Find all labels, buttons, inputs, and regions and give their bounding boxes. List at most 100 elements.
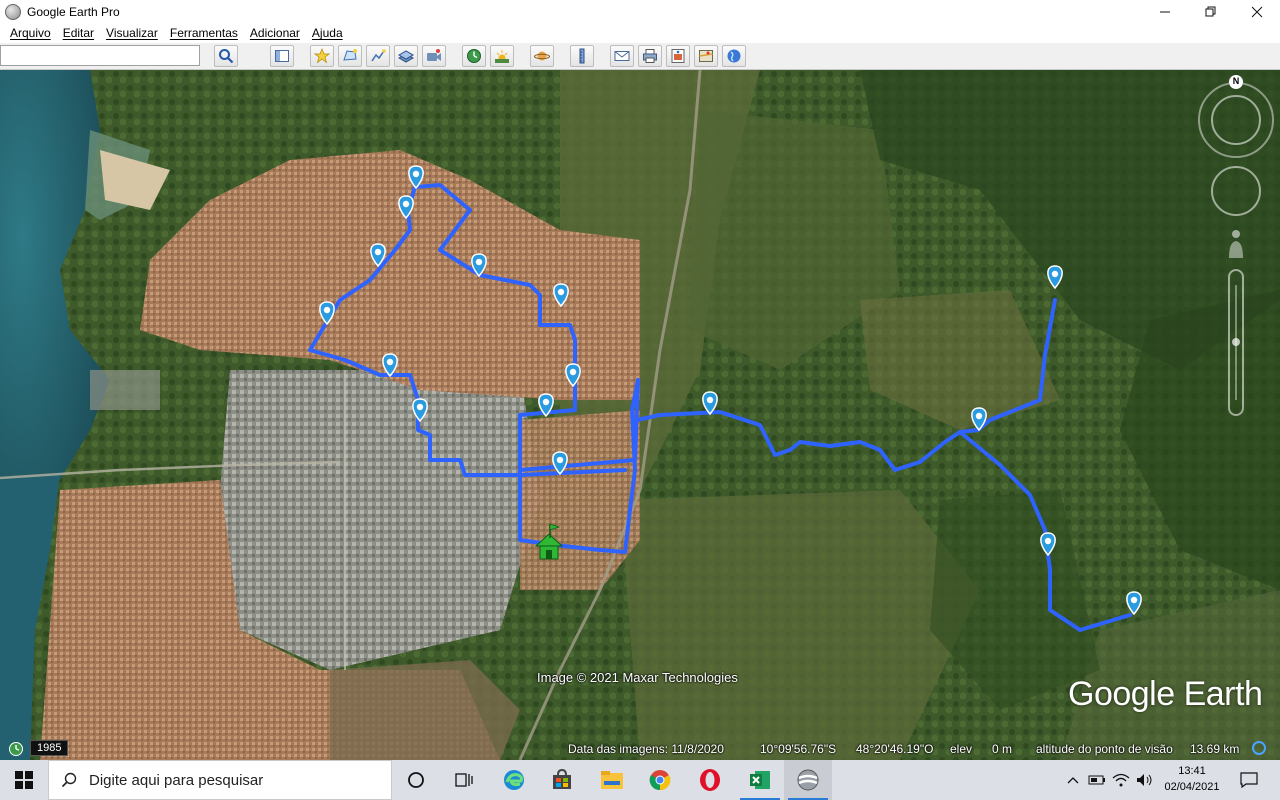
- store-icon: [553, 768, 571, 789]
- eye-altitude-value: 13.69 km: [1190, 742, 1240, 756]
- planets-button[interactable]: [530, 45, 554, 67]
- search-button[interactable]: [214, 45, 238, 67]
- add-path-button[interactable]: [366, 45, 390, 67]
- menu-adicionar[interactable]: Adicionar: [244, 26, 306, 40]
- latitude-readout: 10°09'56.76"S: [760, 742, 837, 756]
- planets-icon: [534, 51, 550, 61]
- ruler-button[interactable]: [570, 45, 594, 67]
- add-image-overlay-button[interactable]: [394, 45, 418, 67]
- menu-editar[interactable]: Editar: [57, 26, 100, 40]
- show-hidden-icons-button[interactable]: [1064, 760, 1082, 800]
- save-image-icon: [671, 49, 685, 63]
- volume-icon: [1137, 774, 1152, 786]
- close-button[interactable]: [1234, 0, 1280, 23]
- notification-icon: [1240, 772, 1258, 788]
- close-icon: [1251, 6, 1263, 17]
- historical-imagery-icon: [467, 49, 481, 63]
- elevation-value: 0 m: [992, 742, 1013, 756]
- minimize-icon: [1160, 11, 1170, 12]
- file-explorer-button[interactable]: [588, 760, 636, 800]
- cortana-button[interactable]: [392, 760, 440, 800]
- imagery-date: Data das imagens: 11/8/2020: [568, 742, 724, 756]
- file-explorer-icon: [601, 771, 623, 789]
- historical-imagery-clock-icon[interactable]: [8, 741, 24, 757]
- view-in-maps-icon: [699, 50, 713, 62]
- view-in-maps-button[interactable]: [694, 45, 718, 67]
- volume-button[interactable]: [1134, 760, 1156, 800]
- search-icon: [61, 772, 77, 788]
- add-polygon-button[interactable]: [338, 45, 362, 67]
- menu-ferramentas[interactable]: Ferramentas: [164, 26, 244, 40]
- sidebar-toggle-button[interactable]: [270, 45, 294, 67]
- elevation-label: elev: [950, 742, 973, 756]
- toolbar: [0, 43, 1280, 70]
- google-earth-app-icon: [5, 3, 21, 20]
- taskbar-clock[interactable]: 13:41 02/04/2021: [1156, 763, 1228, 795]
- taskbar-search-box[interactable]: Digite aqui para pesquisar: [48, 760, 392, 800]
- email-icon: [614, 51, 630, 61]
- add-image-overlay-icon: [398, 50, 414, 63]
- windows-taskbar: Digite aqui para pesquisar 13:41 02/04/2…: [0, 760, 1280, 800]
- google-earth-icon: [797, 769, 819, 791]
- notifications-button[interactable]: [1234, 760, 1264, 800]
- clock-time: 13:41: [1178, 765, 1206, 777]
- chevron-up-icon: [1067, 777, 1079, 784]
- menu-bar: Arquivo Editar Visualizar Ferramentas Ad…: [0, 23, 1280, 43]
- cortana-icon: [408, 772, 424, 788]
- record-tour-icon: [427, 49, 441, 61]
- sunlight-button[interactable]: [490, 45, 514, 67]
- earth-icon: [727, 49, 741, 63]
- longitude-readout: 48°20'46.19"O: [856, 742, 934, 756]
- title-bar: Google Earth Pro: [0, 0, 1280, 23]
- taskbar-search-placeholder: Digite aqui para pesquisar: [89, 771, 264, 789]
- add-polygon-icon: [343, 49, 357, 61]
- save-image-button[interactable]: [666, 45, 690, 67]
- menu-arquivo[interactable]: Arquivo: [4, 26, 57, 40]
- maximize-button[interactable]: [1188, 0, 1234, 23]
- imagery-credit: Image © 2021 Maxar Technologies: [537, 670, 738, 685]
- streaming-indicator-icon: [1252, 741, 1266, 755]
- wifi-button[interactable]: [1110, 760, 1132, 800]
- search-input[interactable]: [0, 45, 200, 66]
- chrome-button[interactable]: [636, 760, 684, 800]
- record-tour-button[interactable]: [422, 45, 446, 67]
- battery-button[interactable]: [1086, 760, 1108, 800]
- search-icon: [219, 49, 234, 64]
- status-bar: 1985 Data das imagens: 11/8/2020 10°09'5…: [0, 738, 1280, 760]
- google-earth-logo: Google Earth: [1068, 675, 1263, 713]
- excel-icon: [750, 771, 770, 789]
- sidebar-toggle-icon: [275, 50, 289, 62]
- compass-north-label: N: [1232, 76, 1240, 86]
- task-view-icon: [455, 773, 473, 787]
- satellite-imagery: [0, 70, 1280, 760]
- start-button[interactable]: [0, 760, 48, 800]
- task-view-button[interactable]: [440, 760, 488, 800]
- menu-visualizar[interactable]: Visualizar: [100, 26, 164, 40]
- opera-button[interactable]: [686, 760, 734, 800]
- sunlight-icon: [495, 50, 509, 63]
- map-view[interactable]: N Image © 2021 Maxar Technologies Google…: [0, 70, 1280, 760]
- eye-altitude-label: altitude do ponto de visão: [1036, 742, 1173, 756]
- add-placemark-icon: [314, 48, 330, 64]
- windows-logo-icon: [15, 771, 33, 789]
- email-button[interactable]: [610, 45, 634, 67]
- print-button[interactable]: [638, 45, 662, 67]
- battery-icon: [1088, 775, 1105, 785]
- excel-button[interactable]: [736, 760, 784, 800]
- store-button[interactable]: [538, 760, 586, 800]
- chrome-icon: [649, 770, 671, 791]
- google-earth-taskbar-button[interactable]: [784, 760, 832, 800]
- add-path-icon: [371, 49, 386, 62]
- earth-button[interactable]: [722, 45, 746, 67]
- edge-icon: [504, 770, 524, 790]
- historical-imagery-button[interactable]: [462, 45, 486, 67]
- opera-icon: [700, 769, 720, 791]
- edge-button[interactable]: [490, 760, 538, 800]
- wifi-icon: [1112, 773, 1130, 787]
- window-title: Google Earth Pro: [27, 4, 120, 19]
- menu-ajuda[interactable]: Ajuda: [306, 26, 349, 40]
- clock-date: 02/04/2021: [1164, 781, 1220, 793]
- ruler-icon: [579, 48, 585, 64]
- minimize-button[interactable]: [1142, 0, 1188, 23]
- add-placemark-button[interactable]: [310, 45, 334, 67]
